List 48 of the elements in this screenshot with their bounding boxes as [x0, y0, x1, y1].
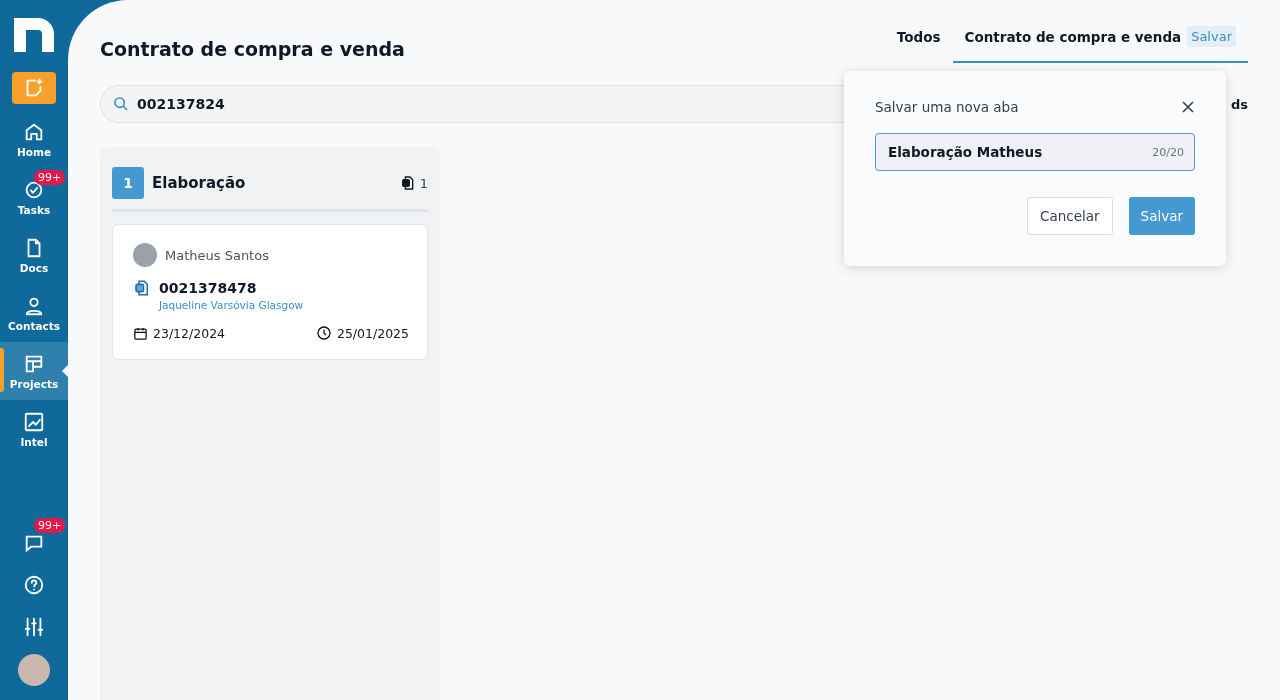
tab-label: Contrato de compra e venda	[964, 28, 1182, 45]
document-code: 0021378478	[159, 280, 257, 296]
tab-label: Todos	[896, 28, 941, 45]
page-title: Contrato de compra e venda	[100, 38, 405, 60]
logo-icon	[14, 18, 54, 52]
tab-name-field[interactable]: Elaboração Matheus 20/20	[875, 133, 1195, 171]
user-avatar[interactable]	[18, 654, 50, 686]
stage-number: 1	[112, 167, 144, 199]
nav-label: Home	[16, 145, 52, 158]
stage-title: Elaboração	[152, 174, 246, 192]
close-icon[interactable]	[1181, 100, 1195, 114]
save-button[interactable]: Salvar	[1128, 197, 1195, 235]
start-date: 23/12/2024	[153, 325, 226, 341]
search-icon	[113, 96, 129, 112]
notification-badge: 99+	[34, 170, 66, 185]
nav-label: Contacts	[8, 319, 60, 332]
project-card[interactable]: Matheus Santos 0021378478 Jaqueline Varsóvia Glasgow 23/12/2024 25/01/2025	[112, 224, 428, 360]
nav-label: Projects	[9, 377, 59, 390]
nav-item[interactable]: Contacts	[0, 284, 68, 342]
help-icon[interactable]	[23, 574, 45, 596]
active-indicator	[0, 348, 4, 392]
nav-label: Docs	[19, 261, 49, 274]
toolbar-text: ds	[1230, 96, 1248, 112]
document-icon	[399, 175, 416, 191]
nav-item[interactable]: Home	[0, 110, 68, 168]
document-icon	[133, 279, 151, 297]
nav-label: Intel	[20, 435, 48, 448]
avatar-placeholder	[133, 243, 157, 267]
cancel-button[interactable]: Cancelar	[1027, 197, 1113, 235]
tab[interactable]: Contrato de compra e venda Salvar	[952, 18, 1248, 63]
card-count: 1	[419, 175, 428, 191]
nav-item[interactable]: Tasks 99+	[0, 168, 68, 226]
client-link[interactable]: Jaqueline Varsóvia Glasgow	[159, 299, 304, 311]
calendar-icon	[133, 325, 148, 341]
tab[interactable]: Todos	[884, 18, 953, 63]
owner-name: Matheus Santos	[165, 247, 269, 263]
clock-icon	[315, 325, 332, 341]
save-tab-button[interactable]: Salvar	[1187, 26, 1236, 47]
nav-item[interactable]: Projects	[0, 342, 68, 400]
chart-icon	[23, 410, 45, 433]
settings-icon[interactable]	[23, 616, 45, 638]
popup-title: Salvar uma nova aba	[875, 99, 1019, 115]
nav-item[interactable]: Docs	[0, 226, 68, 284]
nav-item[interactable]: Intel	[0, 400, 68, 458]
due-date: 25/01/2025	[336, 325, 409, 341]
nav-label: Tasks	[17, 203, 51, 216]
character-counter: 20/20	[1152, 145, 1184, 159]
notification-badge: 99+	[34, 518, 66, 533]
